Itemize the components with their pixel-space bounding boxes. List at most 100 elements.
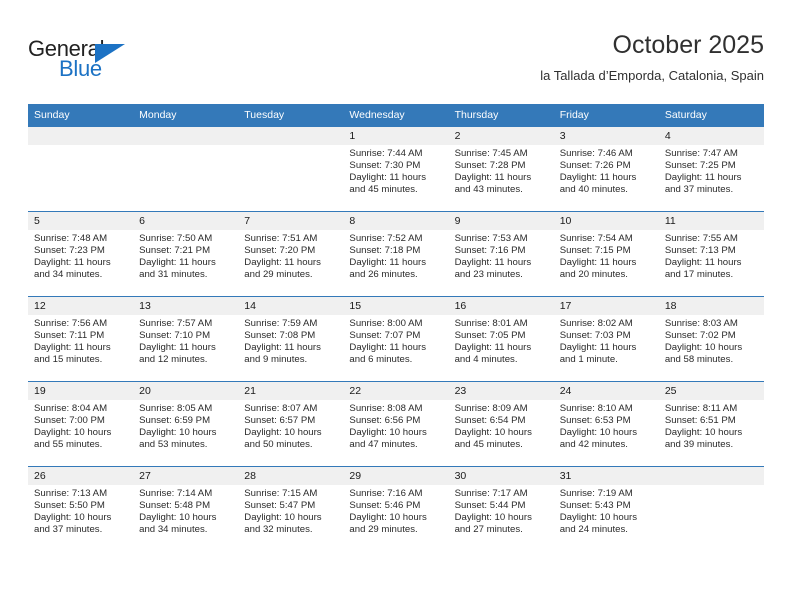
calendar-day-cell[interactable]: 31 Sunrise: 7:19 AM Sunset: 5:43 PM Dayligh… bbox=[553, 466, 659, 551]
day-detail: Sunrise: 7:56 AM Sunset: 7:11 PM Daylight:… bbox=[28, 315, 133, 366]
page-header: General Blue October 2025 la Tallada d’E… bbox=[28, 30, 764, 98]
calendar-day-cell[interactable]: 5 Sunrise: 7:48 AM Sunset: 7:23 PM Daylight… bbox=[28, 211, 134, 297]
calendar-day-cell[interactable]: 9 Sunrise: 7:53 AM Sunset: 7:16 PM Daylight… bbox=[448, 211, 554, 297]
daylight-text: Daylight: 11 hours and 1 minute. bbox=[559, 342, 637, 366]
calendar-week-row: 5 Sunrise: 7:48 AM Sunset: 7:23 PM Daylight… bbox=[28, 211, 764, 297]
title-block: October 2025 la Tallada d’Emporda, Catal… bbox=[540, 30, 764, 86]
day-number: 3 bbox=[553, 127, 659, 145]
calendar-day-cell[interactable]: 7 Sunrise: 7:51 AM Sunset: 7:20 PM Daylight… bbox=[238, 211, 344, 297]
calendar-day-cell[interactable]: 17 Sunrise: 8:02 AM Sunset: 7:03 PM Dayligh… bbox=[553, 296, 659, 382]
calendar-day-cell[interactable]: 8 Sunrise: 7:52 AM Sunset: 7:18 PM Daylight… bbox=[343, 211, 449, 297]
day-number: 9 bbox=[448, 212, 554, 230]
calendar-day-cell[interactable]: 20 Sunrise: 8:05 AM Sunset: 6:59 PM Dayligh… bbox=[133, 381, 239, 467]
day-number bbox=[133, 127, 239, 145]
calendar-week-row: 26 Sunrise: 7:13 AM Sunset: 5:50 PM Dayligh… bbox=[28, 466, 764, 551]
sunrise-text: Sunrise: 7:16 AM bbox=[349, 488, 423, 499]
day-cell-inner: 24 Sunrise: 8:10 AM Sunset: 6:53 PM Dayligh… bbox=[553, 382, 659, 466]
day-number: 20 bbox=[133, 382, 239, 400]
calendar-day-cell[interactable]: 2 Sunrise: 7:45 AM Sunset: 7:28 PM Daylight… bbox=[448, 126, 554, 212]
daylight-text: Daylight: 10 hours and 47 minutes. bbox=[349, 427, 427, 451]
sunrise-text: Sunrise: 7:50 AM bbox=[139, 233, 213, 244]
day-detail: Sunrise: 7:48 AM Sunset: 7:23 PM Daylight:… bbox=[28, 230, 133, 281]
calendar-day-cell[interactable]: 4 Sunrise: 7:47 AM Sunset: 7:25 PM Daylight… bbox=[658, 126, 764, 212]
weekday-header-friday: Friday bbox=[553, 104, 659, 127]
sunrise-text: Sunrise: 7:48 AM bbox=[34, 233, 108, 244]
day-number bbox=[28, 127, 134, 145]
calendar-day-cell[interactable]: 10 Sunrise: 7:54 AM Sunset: 7:15 PM Dayligh… bbox=[553, 211, 659, 297]
sunrise-text: Sunrise: 7:52 AM bbox=[349, 233, 423, 244]
day-cell-inner: 29 Sunrise: 7:16 AM Sunset: 5:46 PM Dayligh… bbox=[343, 467, 449, 551]
sunset-text: Sunset: 5:48 PM bbox=[139, 500, 211, 512]
day-cell-inner: 6 Sunrise: 7:50 AM Sunset: 7:21 PM Daylight… bbox=[133, 212, 239, 296]
day-detail: Sunrise: 8:04 AM Sunset: 7:00 PM Daylight:… bbox=[28, 400, 133, 451]
day-detail: Sunrise: 7:53 AM Sunset: 7:16 PM Daylight:… bbox=[449, 230, 554, 281]
calendar-day-cell[interactable]: 6 Sunrise: 7:50 AM Sunset: 7:21 PM Daylight… bbox=[133, 211, 239, 297]
day-detail: Sunrise: 8:01 AM Sunset: 7:05 PM Daylight:… bbox=[449, 315, 554, 366]
sunset-text: Sunset: 5:44 PM bbox=[454, 500, 526, 512]
calendar-day-cell[interactable]: 16 Sunrise: 8:01 AM Sunset: 7:05 PM Dayligh… bbox=[448, 296, 554, 382]
day-detail: Sunrise: 7:15 AM Sunset: 5:47 PM Daylight:… bbox=[238, 485, 343, 536]
day-number: 15 bbox=[343, 297, 449, 315]
calendar-day-cell[interactable]: 15 Sunrise: 8:00 AM Sunset: 7:07 PM Dayligh… bbox=[343, 296, 449, 382]
sunset-text: Sunset: 7:16 PM bbox=[454, 245, 526, 257]
day-cell-inner: 10 Sunrise: 7:54 AM Sunset: 7:15 PM Dayligh… bbox=[553, 212, 659, 296]
calendar-day-cell[interactable]: 14 Sunrise: 7:59 AM Sunset: 7:08 PM Dayligh… bbox=[238, 296, 344, 382]
calendar-day-cell[interactable]: 19 Sunrise: 8:04 AM Sunset: 7:00 PM Dayligh… bbox=[28, 381, 134, 467]
sunset-text: Sunset: 7:30 PM bbox=[349, 160, 421, 172]
daylight-text: Daylight: 10 hours and 53 minutes. bbox=[139, 427, 217, 451]
day-detail: Sunrise: 7:50 AM Sunset: 7:21 PM Daylight:… bbox=[133, 230, 238, 281]
daylight-text: Daylight: 11 hours and 43 minutes. bbox=[454, 172, 532, 196]
sunrise-text: Sunrise: 7:15 AM bbox=[244, 488, 318, 499]
calendar-day-cell[interactable]: 27 Sunrise: 7:14 AM Sunset: 5:48 PM Dayligh… bbox=[133, 466, 239, 551]
calendar-week-row: 1 Sunrise: 7:44 AM Sunset: 7:30 PM Daylight… bbox=[28, 126, 764, 212]
day-number: 24 bbox=[553, 382, 659, 400]
calendar-header-row: Sunday Monday Tuesday Wednesday Thursday… bbox=[28, 104, 764, 127]
day-detail: Sunrise: 7:57 AM Sunset: 7:10 PM Daylight:… bbox=[133, 315, 238, 366]
day-detail: Sunrise: 8:08 AM Sunset: 6:56 PM Daylight:… bbox=[343, 400, 448, 451]
daylight-text: Daylight: 10 hours and 58 minutes. bbox=[664, 342, 743, 366]
calendar-day-cell[interactable]: 30 Sunrise: 7:17 AM Sunset: 5:44 PM Dayligh… bbox=[448, 466, 554, 551]
calendar-page: General Blue October 2025 la Tallada d’E… bbox=[0, 0, 792, 612]
calendar-day-cell[interactable]: 11 Sunrise: 7:55 AM Sunset: 7:13 PM Dayligh… bbox=[658, 211, 764, 297]
daylight-text: Daylight: 11 hours and 6 minutes. bbox=[349, 342, 427, 366]
day-cell-inner bbox=[133, 127, 239, 211]
day-number: 10 bbox=[553, 212, 659, 230]
calendar-day-cell[interactable]: 21 Sunrise: 8:07 AM Sunset: 6:57 PM Dayligh… bbox=[238, 381, 344, 467]
calendar-day-cell[interactable]: 29 Sunrise: 7:16 AM Sunset: 5:46 PM Dayligh… bbox=[343, 466, 449, 551]
calendar-day-cell[interactable]: 13 Sunrise: 7:57 AM Sunset: 7:10 PM Dayligh… bbox=[133, 296, 239, 382]
sunrise-text: Sunrise: 7:56 AM bbox=[34, 318, 108, 329]
day-number: 18 bbox=[658, 297, 764, 315]
day-number: 7 bbox=[238, 212, 344, 230]
calendar-empty-cell bbox=[28, 126, 134, 212]
calendar-empty-cell bbox=[658, 466, 764, 551]
calendar-day-cell[interactable]: 12 Sunrise: 7:56 AM Sunset: 7:11 PM Dayligh… bbox=[28, 296, 134, 382]
weekday-header-monday: Monday bbox=[133, 104, 239, 127]
day-cell-inner: 9 Sunrise: 7:53 AM Sunset: 7:16 PM Daylight… bbox=[448, 212, 554, 296]
calendar-day-cell[interactable]: 28 Sunrise: 7:15 AM Sunset: 5:47 PM Dayligh… bbox=[238, 466, 344, 551]
sunset-text: Sunset: 6:51 PM bbox=[664, 415, 736, 427]
calendar-day-cell[interactable]: 23 Sunrise: 8:09 AM Sunset: 6:54 PM Dayligh… bbox=[448, 381, 554, 467]
calendar-day-cell[interactable]: 22 Sunrise: 8:08 AM Sunset: 6:56 PM Dayligh… bbox=[343, 381, 449, 467]
calendar-day-cell[interactable]: 24 Sunrise: 8:10 AM Sunset: 6:53 PM Dayligh… bbox=[553, 381, 659, 467]
day-detail: Sunrise: 7:52 AM Sunset: 7:18 PM Daylight:… bbox=[343, 230, 448, 281]
sunset-text: Sunset: 5:47 PM bbox=[244, 500, 316, 512]
sunset-text: Sunset: 6:53 PM bbox=[559, 415, 631, 427]
calendar-day-cell[interactable]: 26 Sunrise: 7:13 AM Sunset: 5:50 PM Dayligh… bbox=[28, 466, 134, 551]
day-detail: Sunrise: 8:07 AM Sunset: 6:57 PM Daylight:… bbox=[238, 400, 343, 451]
sunset-text: Sunset: 7:20 PM bbox=[244, 245, 316, 257]
calendar-day-cell[interactable]: 3 Sunrise: 7:46 AM Sunset: 7:26 PM Daylight… bbox=[553, 126, 659, 212]
calendar-day-cell[interactable]: 18 Sunrise: 8:03 AM Sunset: 7:02 PM Dayligh… bbox=[658, 296, 764, 382]
day-detail: Sunrise: 7:44 AM Sunset: 7:30 PM Daylight:… bbox=[343, 145, 448, 196]
day-cell-inner: 15 Sunrise: 8:00 AM Sunset: 7:07 PM Dayligh… bbox=[343, 297, 449, 381]
day-cell-inner: 23 Sunrise: 8:09 AM Sunset: 6:54 PM Dayligh… bbox=[448, 382, 554, 466]
calendar-day-cell[interactable]: 25 Sunrise: 8:11 AM Sunset: 6:51 PM Dayligh… bbox=[658, 381, 764, 467]
sunrise-text: Sunrise: 7:54 AM bbox=[559, 233, 633, 244]
day-cell-inner: 27 Sunrise: 7:14 AM Sunset: 5:48 PM Dayligh… bbox=[133, 467, 239, 551]
sunrise-text: Sunrise: 8:08 AM bbox=[349, 403, 423, 414]
day-cell-inner: 14 Sunrise: 7:59 AM Sunset: 7:08 PM Dayligh… bbox=[238, 297, 344, 381]
calendar-day-cell[interactable]: 1 Sunrise: 7:44 AM Sunset: 7:30 PM Daylight… bbox=[343, 126, 449, 212]
general-blue-logo[interactable]: General Blue bbox=[28, 36, 158, 86]
day-cell-inner: 17 Sunrise: 8:02 AM Sunset: 7:03 PM Dayligh… bbox=[553, 297, 659, 381]
day-number: 28 bbox=[238, 467, 344, 485]
daylight-text: Daylight: 10 hours and 45 minutes. bbox=[454, 427, 532, 451]
